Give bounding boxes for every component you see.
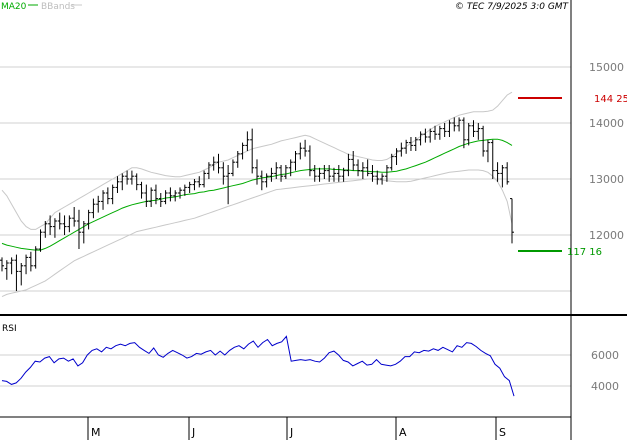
month-tick-label: S: [499, 426, 506, 439]
rsi-tick-label: 6000: [591, 349, 619, 362]
price-tick-label: 13000: [589, 173, 624, 186]
legend-bbands-label: BBands: [41, 2, 75, 12]
price-tick-label: 14000: [589, 117, 624, 130]
chart-stage: M J J A S 15000 14000 13000 12000 6000 4000 144 …: [0, 0, 627, 440]
rsi-panel-label: RSI: [2, 324, 17, 334]
rsi-tick-label: 4000: [591, 380, 619, 393]
price-tick-label: 12000: [589, 229, 624, 242]
month-tick-label: J: [289, 426, 293, 439]
chart-background: [0, 0, 627, 440]
month-tick-label: M: [91, 426, 101, 439]
price-chart: M J J A S 15000 14000 13000 12000 6000 4000 144 …: [0, 0, 627, 440]
legend-ma20-label: MA20: [1, 2, 27, 12]
month-tick-label: A: [399, 426, 407, 439]
price-tick-label: 15000: [589, 61, 624, 74]
target-lower-label: 117 16: [567, 247, 602, 258]
month-tick-label: J: [191, 426, 195, 439]
copyright-text: © TEC 7/9/2025 3:0 GMT: [455, 2, 570, 12]
target-upper-label: 144 25: [594, 94, 627, 105]
